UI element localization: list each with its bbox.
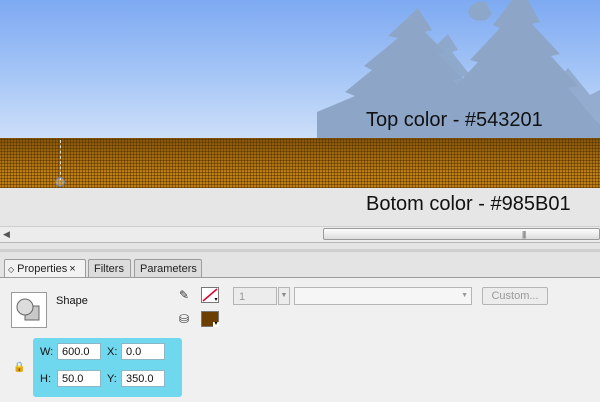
y-field[interactable]: 350.0 — [121, 370, 165, 387]
dropdown-arrow-icon: ▾ — [213, 297, 218, 303]
tab-filters-label: Filters — [94, 263, 124, 275]
chevron-down-icon: ▼ — [461, 292, 468, 299]
lock-icon[interactable]: 🔒 — [13, 362, 25, 373]
fill-color-swatch[interactable]: ▾ — [201, 311, 219, 327]
stroke-style-dropdown[interactable]: ▼ — [294, 287, 472, 305]
tab-parameters-label: Parameters — [140, 263, 197, 275]
custom-button[interactable]: Custom... — [482, 287, 548, 305]
tab-properties[interactable]: ◇ Properties × — [4, 259, 86, 278]
paint-bucket-icon: ⛁ — [179, 312, 190, 326]
dropdown-arrow-icon: ▾ — [213, 321, 219, 327]
properties-panel: ◇ Properties × Filters Parameters Shape ✎ … — [0, 242, 600, 402]
gradient-guide-line — [60, 140, 61, 180]
y-label: Y: — [107, 373, 117, 385]
height-label: H: — [40, 373, 51, 385]
x-label: X: — [107, 346, 118, 358]
width-label: W: — [40, 346, 54, 358]
bottom-color-label: Botom color - #985B01 — [366, 193, 571, 215]
diamond-icon: ◇ — [8, 265, 15, 274]
tab-filters[interactable]: Filters — [88, 259, 131, 277]
gradient-handle[interactable] — [55, 177, 65, 187]
geometry-highlight: W: 600.0 X: 0.0 H: 50.0 Y: 350.0 — [33, 338, 182, 397]
chevron-down-icon[interactable]: ▼ — [278, 287, 290, 305]
shape-icon — [16, 298, 40, 321]
close-icon[interactable]: × — [69, 263, 75, 275]
horizontal-scrollbar[interactable]: ◀ ||| — [0, 226, 600, 243]
arrow-left-icon[interactable]: ◀ — [3, 229, 10, 240]
scrollbar-thumb[interactable]: ||| — [323, 228, 600, 240]
gradient-rectangle[interactable] — [0, 138, 600, 188]
pencil-icon: ✎ — [179, 288, 190, 302]
stroke-color-swatch[interactable]: ▾ — [201, 287, 219, 303]
tab-properties-label: Properties — [17, 263, 68, 275]
shape-thumbnail — [11, 292, 47, 328]
stroke-size-field[interactable]: 1 — [233, 287, 277, 305]
properties-content: Shape ✎ ▾ ⛁ ▾ 1 ▼ ▼ Custom... 🔒 W: 600.0… — [0, 277, 600, 402]
shape-type-label: Shape — [56, 295, 88, 307]
panel-divider — [0, 249, 600, 252]
width-field[interactable]: 600.0 — [57, 343, 101, 360]
tab-parameters[interactable]: Parameters — [134, 259, 202, 277]
top-color-label: Top color - #543201 — [366, 109, 543, 131]
x-field[interactable]: 0.0 — [121, 343, 165, 360]
grip-lines-icon: ||| — [522, 230, 526, 239]
height-field[interactable]: 50.0 — [57, 370, 101, 387]
stage-canvas[interactable]: Top color - #543201 Botom color - #985B0… — [0, 0, 600, 226]
